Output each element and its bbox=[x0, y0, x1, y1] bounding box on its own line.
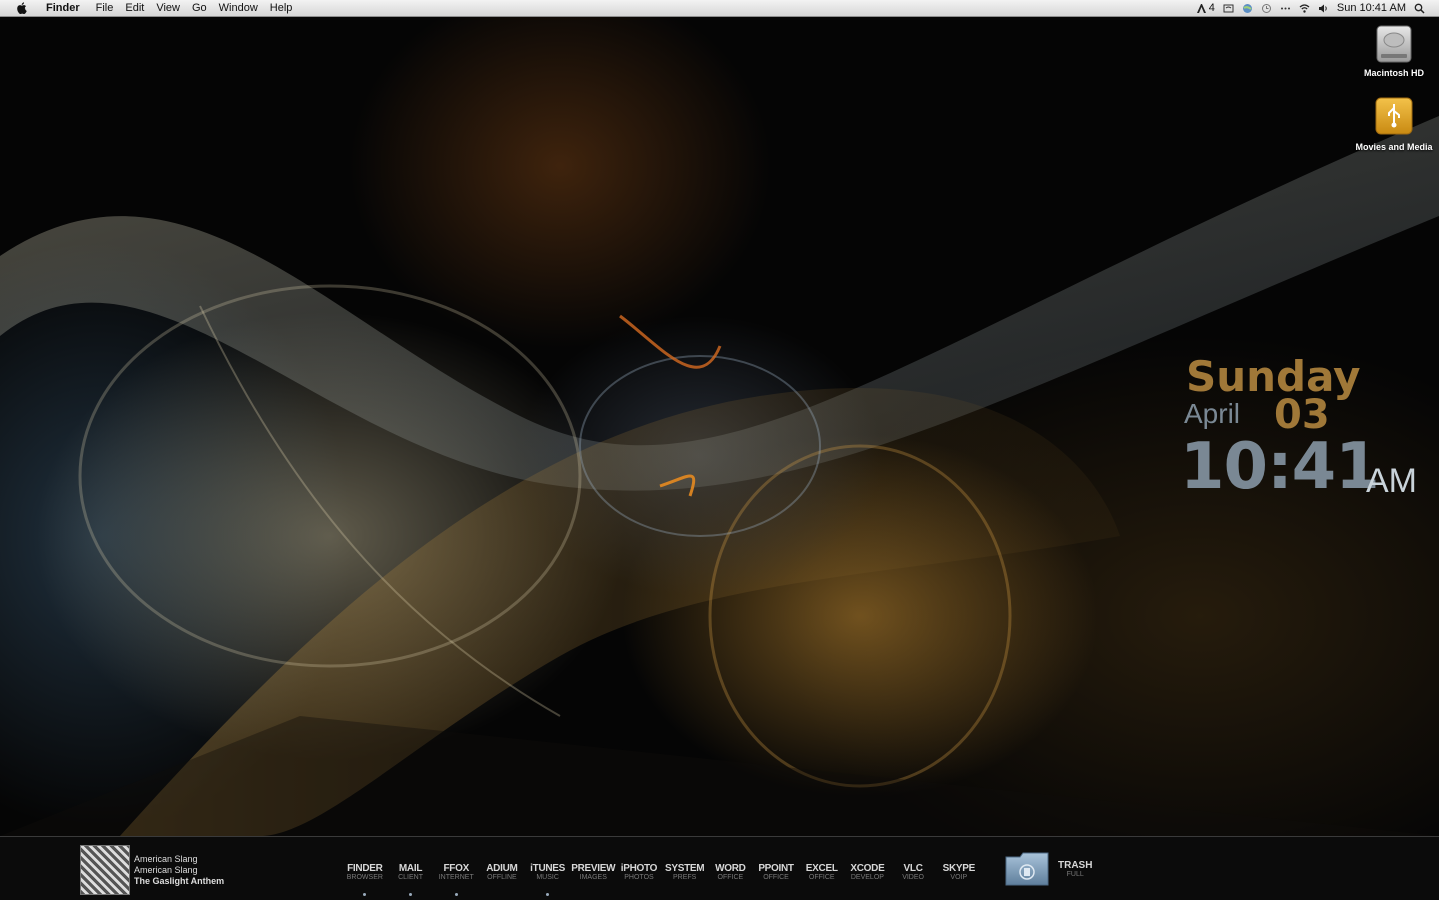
dock-item-label: FFOX bbox=[443, 863, 469, 874]
dock-bar: American Slang American Slang The Gaslig… bbox=[0, 836, 1439, 900]
dock-item-ffox[interactable]: FFOX INTERNET bbox=[433, 863, 479, 896]
dock-item-label: MAIL bbox=[398, 863, 423, 874]
dock-item-sub-label: OFFICE bbox=[763, 874, 789, 881]
wifi-sharing-icon[interactable] bbox=[1223, 3, 1234, 14]
dock-trash[interactable]: TRASH FULL bbox=[1004, 851, 1092, 887]
dock-item-label: FINDER bbox=[347, 863, 383, 874]
dock-item-sub-label: CLIENT bbox=[398, 874, 423, 881]
apple-menu-icon[interactable] bbox=[14, 1, 30, 15]
now-playing-artist: The Gaslight Anthem bbox=[134, 875, 225, 886]
dock-item-word[interactable]: WORD OFFICE bbox=[708, 863, 754, 895]
dock-item-sub-label: OFFLINE bbox=[487, 874, 517, 881]
desktop-icon-macintosh-hd[interactable]: Macintosh HD bbox=[1354, 22, 1434, 78]
dock-item-sub-label: MUSIC bbox=[536, 874, 559, 881]
dock-item-sub-label: PREFS bbox=[672, 874, 697, 881]
menu-bar: Finder File Edit View Go Window Help 4 S… bbox=[0, 0, 1439, 17]
dock-item-skype[interactable]: SKYPE VOIP bbox=[936, 863, 982, 895]
desktop-icon-movies-and-media[interactable]: Movies and Media bbox=[1354, 96, 1434, 152]
dock-item-sub-label: OFFICE bbox=[808, 874, 835, 881]
airport-wifi-icon[interactable] bbox=[1299, 3, 1310, 14]
dock-item-label: PREVIEW bbox=[571, 863, 616, 874]
menubar-clock[interactable]: Sun 10:41 AM bbox=[1337, 0, 1406, 16]
status-menus: 4 Sun 10:41 AM bbox=[1196, 0, 1425, 16]
menu-window[interactable]: Window bbox=[213, 0, 264, 16]
dock-item-adium[interactable]: ADIUM OFFLINE bbox=[479, 863, 525, 895]
status-badge: 4 bbox=[1208, 2, 1215, 14]
dock-item-label: SKYPE bbox=[942, 863, 976, 874]
album-art bbox=[80, 845, 130, 895]
dock-item-label: XCODE bbox=[850, 863, 885, 874]
menu-edit[interactable]: Edit bbox=[119, 0, 150, 16]
dock-item-iphoto[interactable]: iPHOTO PHOTOS bbox=[616, 863, 662, 895]
running-indicator bbox=[546, 893, 550, 896]
clock-ampm: AM bbox=[1366, 462, 1417, 500]
hard-drive-icon bbox=[1376, 25, 1412, 63]
dock-item-finder[interactable]: FINDER BROWSER bbox=[342, 863, 388, 896]
more-dots-icon[interactable] bbox=[1280, 3, 1291, 14]
dock-item-label: ADIUM bbox=[486, 863, 518, 874]
app-menu[interactable]: Finder bbox=[40, 0, 90, 16]
dock-item-label: VLC bbox=[903, 863, 923, 874]
dock-item-sub-label: INTERNET bbox=[438, 874, 474, 881]
clock-time: 10:41 bbox=[1180, 430, 1380, 504]
desktop-icon-label: Movies and Media bbox=[1355, 142, 1433, 152]
menu-go[interactable]: Go bbox=[186, 0, 213, 16]
dock-item-sub-label: IMAGES bbox=[579, 874, 607, 881]
time-machine-icon[interactable] bbox=[1261, 3, 1272, 14]
clock-widget: Sunday April 03 10:41 AM bbox=[1180, 352, 1435, 504]
dock-item-vlc[interactable]: VLC VIDEO bbox=[890, 863, 936, 895]
dock-item-label: WORD bbox=[715, 863, 746, 874]
dock-item-sub-label: DEVELOP bbox=[850, 874, 884, 881]
dock-item-sub-label: OFFICE bbox=[717, 874, 744, 881]
clock-month: April bbox=[1184, 398, 1241, 429]
running-indicator bbox=[363, 893, 367, 896]
trash-sub-label: FULL bbox=[1066, 870, 1084, 878]
adobe-icon bbox=[1196, 3, 1206, 13]
dock-item-label: iPHOTO bbox=[620, 863, 658, 874]
globe-icon[interactable] bbox=[1242, 3, 1253, 14]
dock-item-label: EXCEL bbox=[805, 863, 838, 874]
dock-item-xcode[interactable]: XCODE DEVELOP bbox=[845, 863, 891, 895]
desktop-icon-label: Macintosh HD bbox=[1363, 68, 1424, 78]
menu-help[interactable]: Help bbox=[264, 0, 299, 16]
running-indicator bbox=[454, 893, 458, 896]
trash-folder-icon bbox=[1005, 852, 1049, 886]
dock-item-preview[interactable]: PREVIEW IMAGES bbox=[570, 863, 616, 895]
dock-items: FINDER BROWSER MAIL CLIENT FFOX INTERNET ADIUM… bbox=[342, 863, 982, 896]
volume-icon[interactable] bbox=[1318, 3, 1329, 14]
dock-item-excel[interactable]: EXCEL OFFICE bbox=[799, 863, 845, 895]
running-indicator bbox=[409, 893, 413, 896]
dock-item-label: SYSTEM bbox=[664, 863, 705, 874]
dock-item-mail[interactable]: MAIL CLIENT bbox=[388, 863, 434, 896]
dock-item-sub-label: VIDEO bbox=[902, 874, 924, 881]
dock-item-system[interactable]: SYSTEM PREFS bbox=[662, 863, 708, 895]
trash-label: TRASH bbox=[1058, 859, 1093, 871]
usb-drive-icon bbox=[1375, 97, 1413, 135]
now-playing-widget[interactable]: American Slang American Slang The Gaslig… bbox=[80, 845, 224, 895]
dock-item-label: PPOINT bbox=[758, 863, 794, 874]
adobe-updater-status[interactable]: 4 bbox=[1196, 0, 1215, 16]
now-playing-album: American Slang bbox=[134, 864, 198, 875]
dock-item-sub-label: VOIP bbox=[950, 874, 968, 881]
dock-item-itunes[interactable]: iTUNES MUSIC bbox=[525, 863, 571, 896]
spotlight-search-icon[interactable] bbox=[1414, 3, 1425, 14]
now-playing-track: American Slang bbox=[134, 853, 198, 864]
dock-item-ppoint[interactable]: PPOINT OFFICE bbox=[753, 863, 799, 895]
dock-item-sub-label: PHOTOS bbox=[624, 874, 654, 881]
dock-item-sub-label: BROWSER bbox=[346, 874, 383, 881]
dock-item-label: iTUNES bbox=[530, 863, 566, 874]
menu-file[interactable]: File bbox=[90, 0, 120, 16]
menu-view[interactable]: View bbox=[150, 0, 186, 16]
